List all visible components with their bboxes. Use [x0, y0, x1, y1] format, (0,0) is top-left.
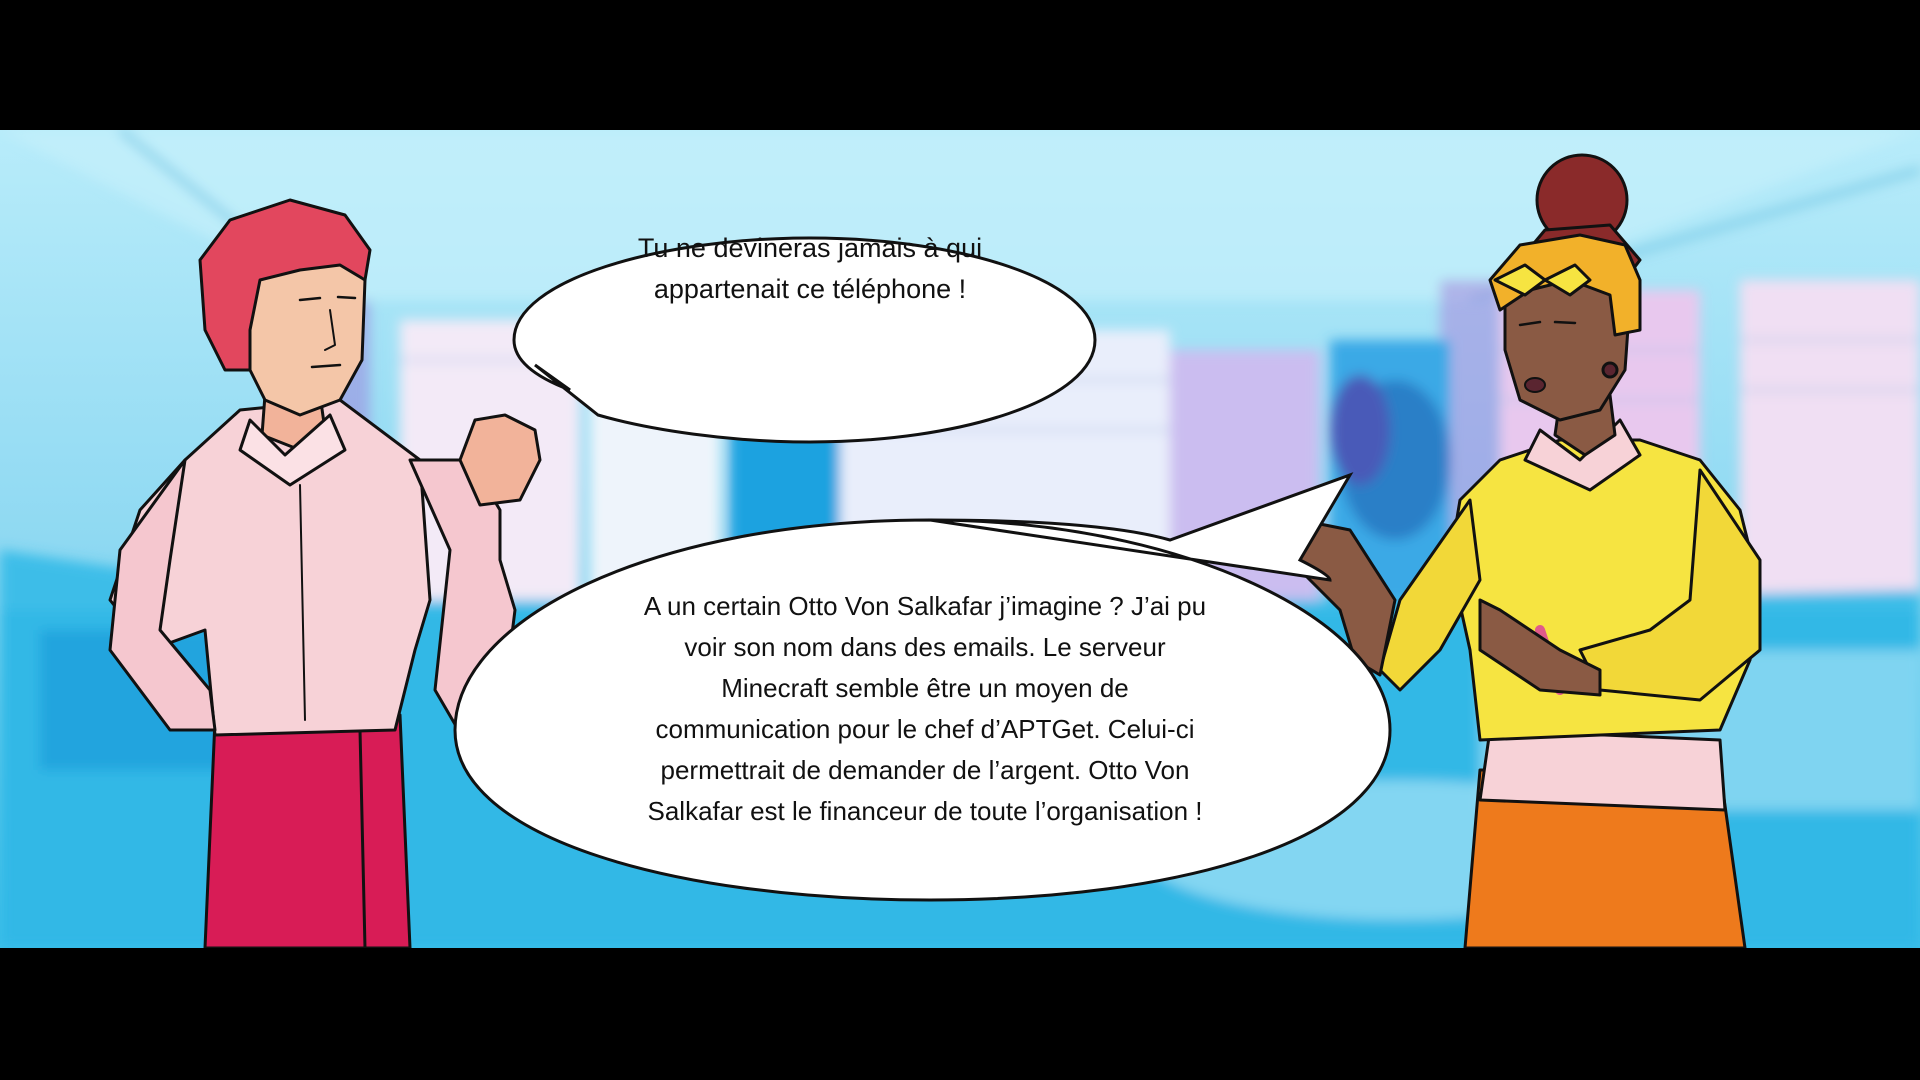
bubble2-line: communication pour le chef d’APTGet. Cel…: [655, 714, 1195, 744]
bubble1-line: appartenait ce téléphone !: [653, 274, 967, 304]
bubble2-line: voir son nom dans des emails. Le serveur: [684, 632, 1166, 662]
speech-bubble-1-text: Tu ne devineras jamais à qui appartenait…: [575, 228, 1045, 310]
speech-bubble-2-text: A un certain Otto Von Salkafar j’imagine…: [585, 586, 1265, 832]
bubble2-line: Minecraft semble être un moyen de: [721, 673, 1129, 703]
bubble2-line: permettrait de demander de l’argent. Ott…: [660, 755, 1190, 785]
comic-panel: Tu ne devineras jamais à qui appartenait…: [0, 0, 1920, 1080]
bubble1-line: Tu ne devineras jamais à qui: [637, 233, 983, 263]
bubble2-line: A un certain Otto Von Salkafar j’imagine…: [643, 591, 1207, 621]
bubble2-line: Salkafar est le financeur de toute l’org…: [647, 796, 1203, 826]
